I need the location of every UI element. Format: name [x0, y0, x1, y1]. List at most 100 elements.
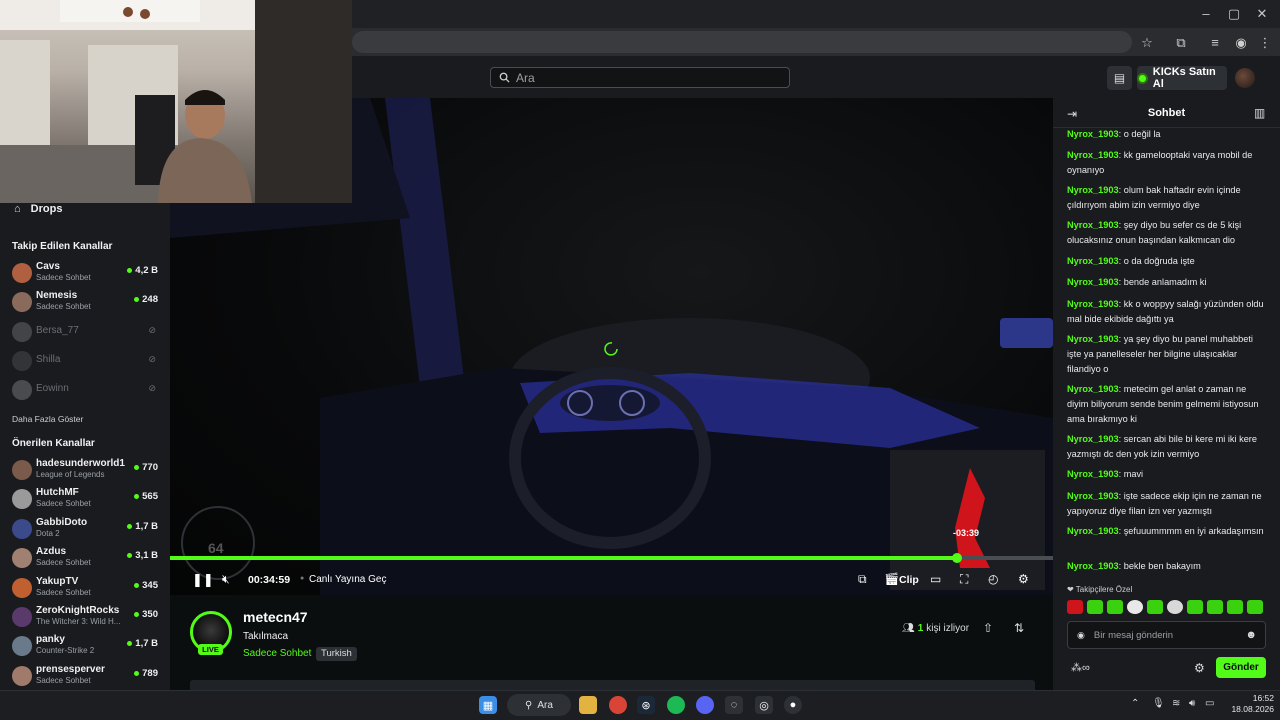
microphone-icon[interactable]: 🎙︎: [1152, 698, 1165, 709]
language-tag[interactable]: Turkish: [316, 647, 357, 661]
channel-name: Nemesis: [36, 290, 78, 301]
miniplayer-icon[interactable]: ⧉: [858, 572, 867, 587]
channel-viewers: 345: [134, 580, 158, 591]
emote[interactable]: [1087, 600, 1103, 614]
leaderboard-icon[interactable]: ▥: [1254, 106, 1265, 120]
close-window-button[interactable]: ✕: [1252, 6, 1272, 22]
drops-link[interactable]: ⌂ Drops: [14, 203, 62, 215]
tray-expand-icon[interactable]: ⌃: [1131, 698, 1139, 709]
sidebar-channel-item[interactable]: Nemesis Sadece Sohbet 248: [10, 289, 162, 315]
sidebar-channel-item[interactable]: ZeroKnightRocks The Witcher 3: Wild H... 3…: [10, 604, 162, 630]
chat-username[interactable]: Nyrox_1903: [1067, 185, 1119, 195]
heart-icon: ❤: [1067, 585, 1074, 594]
chat-username[interactable]: Nyrox_1903: [1067, 469, 1119, 479]
chat-username[interactable]: Nyrox_1903: [1067, 491, 1119, 501]
emote[interactable]: [1127, 600, 1143, 614]
sidebar-channel-item[interactable]: Azdus Sadece Sohbet 3,1 B: [10, 545, 162, 571]
emote[interactable]: [1067, 600, 1083, 614]
send-message-button[interactable]: Gönder: [1216, 657, 1266, 678]
address-bar[interactable]: [352, 31, 1132, 53]
buy-kicks-label: KICKs Satın Al: [1152, 66, 1216, 90]
emote[interactable]: [1207, 600, 1223, 614]
sidebar-channel-item[interactable]: Bersa_77 ⊘: [10, 319, 162, 345]
webcam-overlay: [0, 0, 352, 203]
channel-category: Sadece Sohbet: [36, 273, 91, 282]
chat-username[interactable]: Nyrox_1903: [1067, 434, 1119, 444]
chrome-icon[interactable]: [609, 696, 627, 714]
extensions-icon[interactable]: ⧉: [1172, 34, 1190, 52]
file-explorer-icon[interactable]: [579, 696, 597, 714]
taskbar-search[interactable]: ⚲ Ara: [507, 694, 571, 716]
wifi-icon[interactable]: ≋: [1172, 698, 1180, 709]
channel-name[interactable]: metecn47: [243, 609, 308, 625]
app-icon[interactable]: ◎: [755, 696, 773, 714]
reading-list-icon[interactable]: ≡: [1206, 34, 1224, 52]
sidebar-channel-item[interactable]: prensesperver Sadece Sohbet 789: [10, 663, 162, 689]
channel-viewers: 789: [134, 668, 158, 679]
settings-gear-icon[interactable]: ⚙: [1018, 572, 1029, 586]
spotify-icon[interactable]: [667, 696, 685, 714]
emote[interactable]: [1147, 600, 1163, 614]
chat-username[interactable]: Nyrox_1903: [1067, 220, 1119, 230]
user-avatar[interactable]: [1235, 68, 1255, 88]
theater-mode-icon[interactable]: ▭: [930, 572, 941, 586]
chat-message-input[interactable]: ◉ Bir mesaj gönderin ☻: [1067, 621, 1266, 649]
emote[interactable]: [1187, 600, 1203, 614]
sidebar-channel-item[interactable]: panky Counter-Strike 2 1,7 B: [10, 633, 162, 659]
battery-icon[interactable]: ▭: [1205, 698, 1214, 709]
sidebar-channel-item[interactable]: Cavs Sadece Sohbet 4,2 B: [10, 260, 162, 286]
chat-username[interactable]: Nyrox_1903: [1067, 384, 1119, 394]
progress-scrubber[interactable]: [951, 553, 962, 563]
search-input[interactable]: Ara: [490, 67, 790, 88]
browser-menu-icon[interactable]: ⋮: [1256, 34, 1274, 52]
chat-username[interactable]: Nyrox_1903: [1067, 526, 1119, 536]
emote[interactable]: [1247, 600, 1263, 614]
minimize-button[interactable]: –: [1196, 6, 1216, 22]
profile-icon[interactable]: ◉: [1232, 34, 1250, 52]
sidebar-channel-item[interactable]: Eowinn ⊘: [10, 377, 162, 403]
show-more-link[interactable]: Daha Fazla Göster: [12, 414, 83, 424]
points-icon[interactable]: ⁂∞: [1071, 661, 1090, 674]
chat-username[interactable]: Nyrox_1903: [1067, 561, 1119, 571]
sidebar-channel-item[interactable]: hadesunderworld1 League of Legends 770: [10, 457, 162, 483]
sidebar-channel-item[interactable]: YakupTV Sadece Sohbet 345: [10, 575, 162, 601]
volume-icon[interactable]: 🔊︎: [1189, 698, 1195, 709]
sidebar-channel-item[interactable]: Shilla ⊘: [10, 348, 162, 374]
maximize-button[interactable]: ▢: [1224, 6, 1244, 22]
emote[interactable]: [1107, 600, 1123, 614]
pause-icon[interactable]: ❚❚: [192, 572, 214, 588]
chat-username[interactable]: Nyrox_1903: [1067, 129, 1119, 139]
stream-category[interactable]: Sadece Sohbet: [243, 648, 311, 659]
emote-row: [1067, 600, 1267, 616]
chat-username[interactable]: Nyrox_1903: [1067, 150, 1119, 160]
chat-username[interactable]: Nyrox_1903: [1067, 334, 1119, 344]
quality-icon[interactable]: ◴: [988, 572, 998, 586]
steam-icon[interactable]: ⊛: [637, 696, 655, 714]
bookmark-star-icon[interactable]: ☆: [1138, 34, 1156, 52]
chat-message: Nyrox_1903: kk o woppyy salağı yüzünden …: [1067, 297, 1267, 327]
go-live-button[interactable]: Canlı Yayına Geç: [309, 574, 386, 585]
sidebar-channel-item[interactable]: HutchMF Sadece Sohbet 565: [10, 486, 162, 512]
share-icon[interactable]: ⇧: [983, 621, 993, 635]
clip-button[interactable]: Clip: [899, 574, 919, 586]
chat-username[interactable]: Nyrox_1903: [1067, 277, 1119, 287]
discord-icon[interactable]: [696, 696, 714, 714]
emote[interactable]: [1227, 600, 1243, 614]
emote[interactable]: [1167, 600, 1183, 614]
layout-toggle-button[interactable]: ▤: [1107, 66, 1132, 90]
chat-message: Nyrox_1903: şey diyo bu sefer cs de 5 ki…: [1067, 218, 1267, 248]
system-clock[interactable]: 16:52 18.08.2026: [1224, 693, 1274, 715]
emoji-icon[interactable]: ☻: [1245, 629, 1257, 641]
sidebar-channel-item[interactable]: GabbiDoto Dota 2 1,7 B: [10, 516, 162, 542]
windows-start-icon[interactable]: ▦: [479, 696, 497, 714]
chat-username[interactable]: Nyrox_1903: [1067, 256, 1119, 266]
fullscreen-icon[interactable]: ⛶: [960, 572, 968, 587]
obs-icon[interactable]: ●: [784, 696, 802, 714]
chat-settings-icon[interactable]: ⚙: [1194, 661, 1205, 675]
app-icon[interactable]: ◌: [725, 696, 743, 714]
more-options-icon[interactable]: ⇅: [1014, 621, 1024, 635]
mute-icon[interactable]: 🔇︎: [222, 572, 230, 587]
clip-icon[interactable]: 🎬︎: [884, 572, 899, 586]
buy-kicks-button[interactable]: KICKs Satın Al: [1137, 66, 1227, 90]
chat-username[interactable]: Nyrox_1903: [1067, 299, 1119, 309]
